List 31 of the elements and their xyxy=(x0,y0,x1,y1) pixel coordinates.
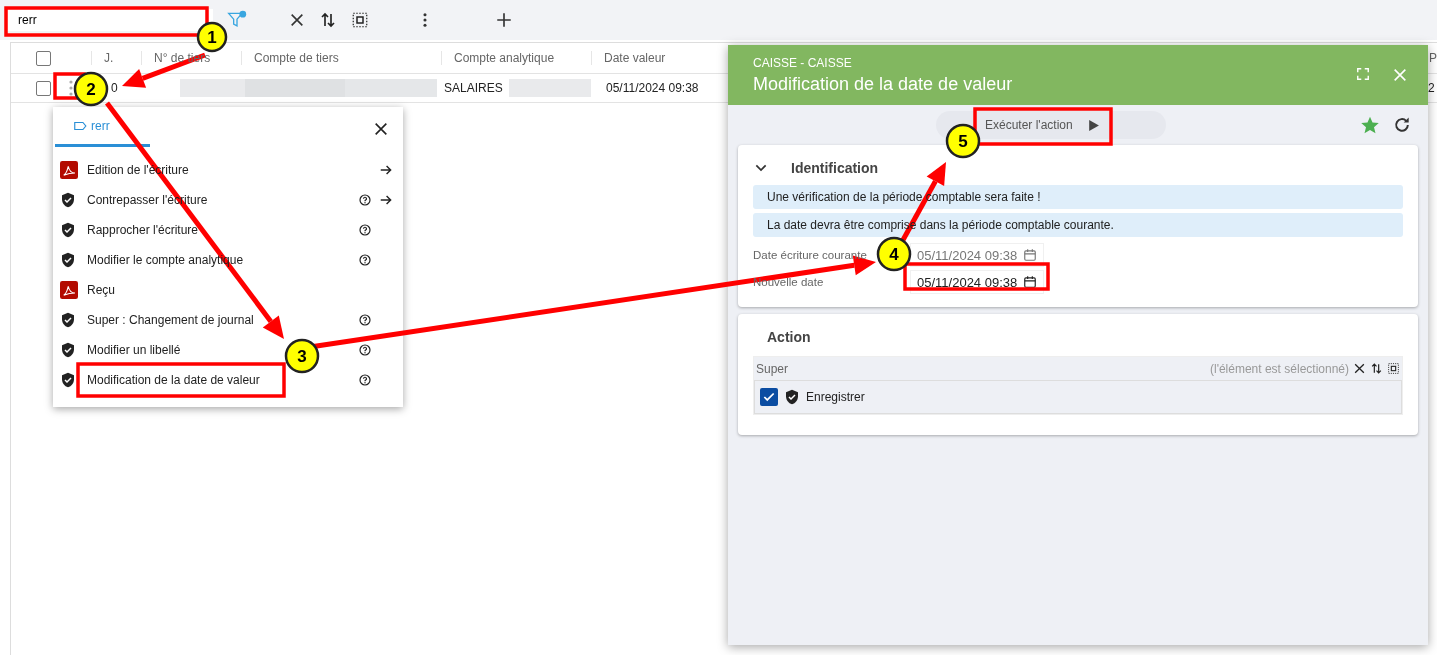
column-header[interactable]: P xyxy=(1429,51,1437,65)
table-cell: SALAIRES xyxy=(444,81,503,95)
callout-badge: 4 xyxy=(876,236,912,272)
panel-subtitle: CAISSE - CAISSE xyxy=(753,55,853,70)
menu-item[interactable]: Modifier un libellé xyxy=(87,343,181,357)
selection-hint: (l'élément est sélectionné) xyxy=(1209,361,1349,376)
group-label: Super xyxy=(756,361,789,376)
menu-item[interactable]: Reçu xyxy=(87,283,115,297)
table-cell: 2 xyxy=(1428,81,1435,95)
field-label: Date écriture courante xyxy=(753,249,867,261)
tab-label: rerr xyxy=(91,118,110,133)
column-header[interactable]: J. xyxy=(104,51,114,65)
callout-badge: 2 xyxy=(73,71,109,107)
menu-item[interactable]: Rapprocher l'écriture xyxy=(87,223,198,237)
column-header[interactable]: Date valeur xyxy=(604,51,666,65)
section-title: Identification xyxy=(791,160,879,176)
menu-tab[interactable]: rerr xyxy=(55,107,150,147)
column-header[interactable]: Compte analytique xyxy=(454,51,555,65)
table-cell: 0 xyxy=(111,81,118,95)
panel-title: Modification de la date de valeur xyxy=(753,73,1013,95)
callout-badge: 3 xyxy=(284,338,320,374)
callout-badge: 5 xyxy=(945,123,981,159)
column-header[interactable]: Compte de tiers xyxy=(254,51,339,65)
section-title: Action xyxy=(767,329,811,345)
table-cell: 05/11/2024 09:38 xyxy=(606,81,699,95)
menu-item[interactable]: Super : Changement de journal xyxy=(87,313,254,327)
action-label: Enregistrer xyxy=(806,390,865,404)
column-header[interactable]: N° de tiers xyxy=(154,51,211,65)
callout-badge: 1 xyxy=(196,21,228,53)
field-label: Nouvelle date xyxy=(753,276,824,288)
menu-item[interactable]: Modification de la date de valeur xyxy=(87,373,260,387)
